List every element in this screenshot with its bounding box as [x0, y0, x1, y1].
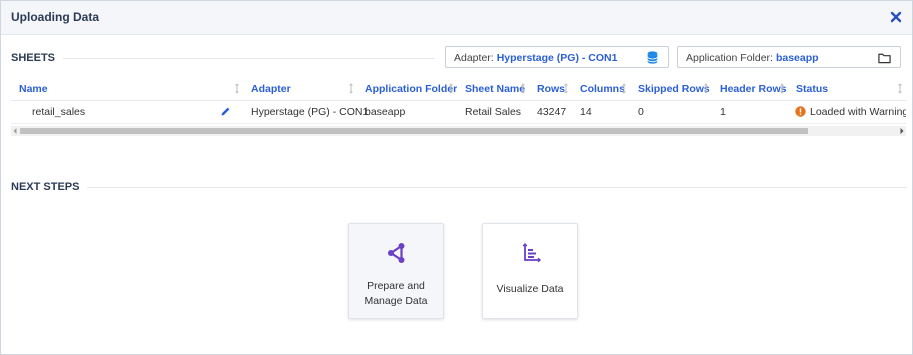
- card-label: Prepare and Manage Data: [364, 280, 428, 307]
- table-cell: Hyperstage (PG) - CON1: [243, 101, 368, 123]
- cell-rows: 43247: [537, 106, 567, 118]
- next-steps-section-title: NEXT STEPS: [11, 181, 80, 193]
- column-header-label: Sheet Name: [465, 83, 526, 95]
- column-header-status[interactable]: Status: [788, 77, 906, 101]
- table-cell: 43247: [529, 101, 572, 123]
- cell-header-rows: 1: [720, 106, 726, 118]
- table-cell: baseapp: [357, 101, 457, 123]
- cell-name: retail_sales: [32, 106, 86, 118]
- dialog-title: Uploading Data: [11, 10, 100, 24]
- grid-horizontal-scrollbar[interactable]: [11, 126, 906, 136]
- table-row[interactable]: retail_sales: [11, 101, 243, 123]
- sort-handle-icon[interactable]: [703, 83, 709, 94]
- card-label: Visualize Data: [496, 283, 564, 295]
- application-folder-picker[interactable]: Application Folder: baseapp: [677, 46, 901, 68]
- table-cell: Loaded with Warning: [788, 101, 906, 123]
- share-nodes-icon: [388, 243, 405, 263]
- row-divider: [11, 123, 906, 124]
- column-header-label: Skipped Rows: [638, 83, 710, 95]
- sort-handle-icon[interactable]: [448, 83, 454, 94]
- folder-picker-value: baseapp: [775, 52, 819, 64]
- edit-pencil-icon[interactable]: [220, 106, 231, 117]
- warning-icon: [795, 106, 806, 117]
- dialog-titlebar: Uploading Data: [1, 1, 912, 35]
- table-cell: 0: [630, 101, 712, 123]
- cell-skipped-rows: 0: [638, 106, 644, 118]
- folder-picker-label: Application Folder:: [686, 52, 773, 64]
- adapter-picker-label: Adapter:: [454, 52, 494, 64]
- column-header-label: Name: [19, 83, 48, 95]
- prepare-and-manage-data-card[interactable]: Prepare and Manage Data: [348, 223, 444, 319]
- column-header-label: Columns: [580, 83, 625, 95]
- cell-sheet-name: Retail Sales: [465, 106, 522, 118]
- sort-handle-icon[interactable]: [779, 83, 785, 94]
- scroll-right-icon[interactable]: [899, 127, 905, 135]
- scrollbar-thumb[interactable]: [20, 128, 808, 134]
- column-header-application-folder[interactable]: Application Folder: [357, 77, 457, 101]
- column-header-skipped-rows[interactable]: Skipped Rows: [630, 77, 712, 101]
- adapter-picker[interactable]: Adapter: Hyperstage (PG) - CON1: [445, 46, 669, 68]
- column-header-adapter[interactable]: Adapter: [243, 77, 357, 101]
- column-header-header-rows[interactable]: Header Rows: [712, 77, 788, 101]
- sort-handle-icon[interactable]: [348, 83, 354, 94]
- column-header-sheet-name[interactable]: Sheet Name: [457, 77, 529, 101]
- visualize-data-card[interactable]: Visualize Data: [482, 223, 578, 319]
- sort-handle-icon[interactable]: [520, 83, 526, 94]
- scroll-left-icon[interactable]: [12, 127, 18, 135]
- bar-chart-icon: [522, 242, 542, 263]
- next-steps-divider: [87, 187, 907, 188]
- cell-columns: 14: [580, 106, 592, 118]
- table-cell: 1: [712, 101, 788, 123]
- sort-handle-icon[interactable]: [563, 83, 569, 94]
- sort-handle-icon[interactable]: [621, 83, 627, 94]
- column-header-rows[interactable]: Rows: [529, 77, 572, 101]
- column-header-label: Header Rows: [720, 83, 787, 95]
- column-header-label: Rows: [537, 83, 566, 95]
- folder-icon[interactable]: [878, 52, 891, 64]
- sort-handle-icon[interactable]: [897, 83, 903, 94]
- column-header-label: Status: [796, 83, 829, 95]
- column-header-label: Application Folder: [365, 83, 458, 95]
- table-cell: 14: [572, 101, 630, 123]
- cell-status: Loaded with Warning: [810, 106, 906, 118]
- database-icon: [647, 51, 658, 64]
- column-header-name[interactable]: Name: [11, 77, 243, 101]
- close-icon[interactable]: [889, 10, 903, 24]
- sheets-section-title: SHEETS: [11, 52, 56, 64]
- column-header-label: Adapter: [251, 83, 291, 95]
- upload-dialog: Uploading Data SHEETS Adapter: Hyperstage…: [0, 0, 913, 355]
- table-cell: Retail Sales: [457, 101, 529, 123]
- sheets-divider: [63, 58, 435, 59]
- adapter-picker-value: Hyperstage (PG) - CON1: [496, 52, 618, 64]
- sort-handle-icon[interactable]: [234, 83, 240, 94]
- cell-adapter: Hyperstage (PG) - CON1: [251, 106, 369, 118]
- column-header-columns[interactable]: Columns: [572, 77, 630, 101]
- cell-application-folder: baseapp: [365, 106, 406, 118]
